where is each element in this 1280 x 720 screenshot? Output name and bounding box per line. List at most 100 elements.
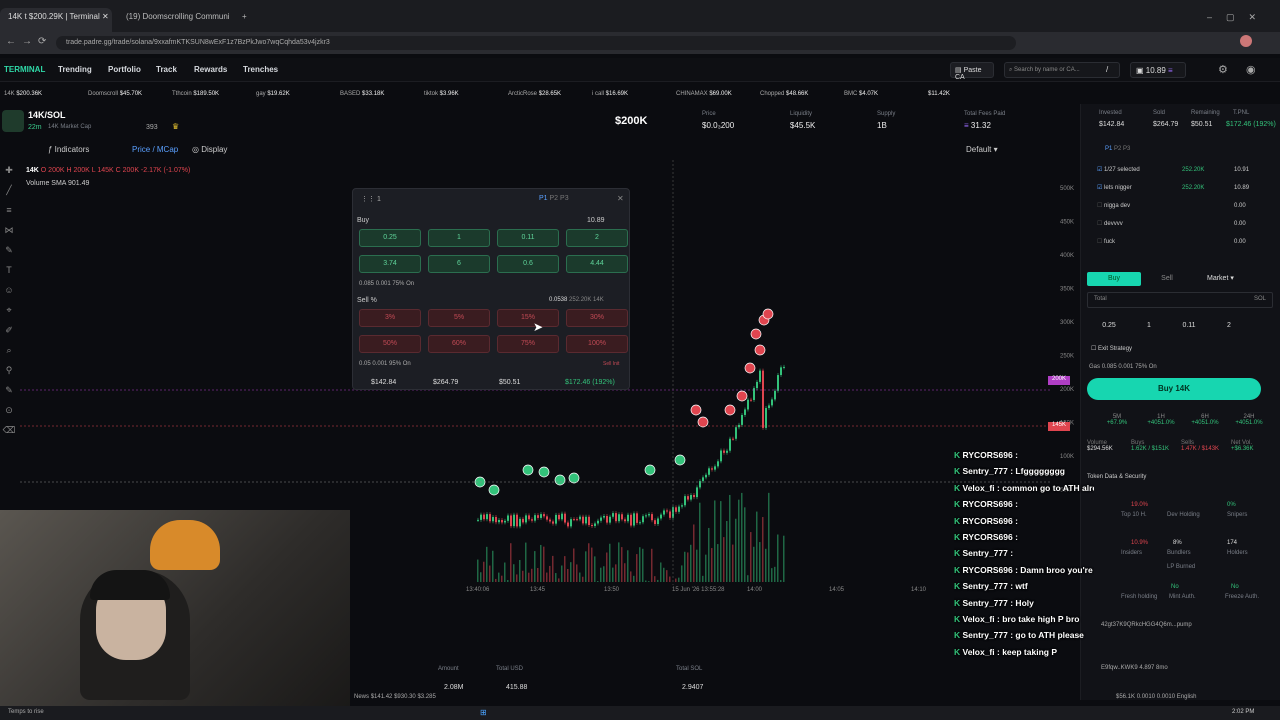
new-tab-button[interactable]: +	[234, 8, 250, 32]
user-icon[interactable]: ◉	[1246, 63, 1256, 76]
preset-tab-p1[interactable]: P1	[539, 195, 548, 202]
nav-track[interactable]: Track	[156, 65, 177, 74]
wallet-row[interactable]: ☑ lets nigger 252.20K 10.89	[1097, 184, 1277, 191]
buy-settings-row[interactable]: 0.085 0.001 75% On	[359, 281, 414, 287]
trade-marker[interactable]	[644, 464, 656, 476]
url-field[interactable]: trade.padre.gg/trade/solana/9xxafmKTKSUN…	[56, 36, 1016, 50]
price-mcap-toggle[interactable]: Price / MCap	[132, 145, 178, 154]
wallet-row[interactable]: ☐ devvvv 0.00	[1097, 220, 1277, 227]
brand-logo[interactable]: TERMINAL	[4, 65, 45, 74]
wallet-row[interactable]: ☐ fuck 0.00	[1097, 238, 1277, 245]
amount-preset-button[interactable]: 0.11	[1171, 322, 1207, 329]
quick-buy-button[interactable]: 0.11	[497, 229, 559, 247]
security-header[interactable]: Token Data & Security	[1087, 474, 1146, 480]
ticker-item[interactable]: tiktok $3.96K	[424, 91, 459, 97]
display-button[interactable]: ◎ Display	[192, 145, 227, 154]
quick-sell-button[interactable]: 30%	[566, 309, 628, 327]
ticker-item[interactable]: 14K $200.36K	[4, 91, 42, 97]
paste-ca-button[interactable]: ▤ Paste CA	[950, 62, 994, 81]
layout-select[interactable]: Default ▾	[966, 145, 998, 154]
amount-preset-button[interactable]: 2	[1211, 322, 1247, 329]
trade-marker[interactable]	[750, 328, 762, 340]
ticker-item[interactable]: BASED $33.18K	[340, 91, 384, 97]
quick-sell-button[interactable]: 75%	[497, 335, 559, 353]
ticker-item[interactable]: Doomscroll $45.70K	[88, 91, 142, 97]
sell-settings-row[interactable]: 0.05 0.001 95% On	[359, 361, 411, 367]
trade-marker[interactable]	[744, 362, 756, 374]
ticker-item[interactable]: gay $19.62K	[256, 91, 290, 97]
quick-sell-button[interactable]: 5%	[428, 309, 490, 327]
trade-marker[interactable]	[538, 466, 550, 478]
panel-preset-tabs[interactable]: P1 P2 P3	[539, 195, 569, 202]
amount-preset-button[interactable]: 0.25	[1091, 322, 1127, 329]
quick-sell-button[interactable]: 3%	[359, 309, 421, 327]
dev-wallet[interactable]: E9fqw..KWK9 4.897 8mo	[1101, 665, 1168, 671]
quick-sell-button[interactable]: 100%	[566, 335, 628, 353]
quick-buy-button[interactable]: 3.74	[359, 255, 421, 273]
preset-tab-p3[interactable]: P3	[560, 195, 569, 202]
weather-widget[interactable]: Temps to rise	[8, 709, 44, 715]
settings-gear-icon[interactable]: ⚙	[1218, 63, 1228, 76]
exit-strategy-toggle[interactable]: ☐ Exit Strategy	[1091, 345, 1132, 352]
right-tab-p1[interactable]: P1	[1105, 146, 1112, 152]
trade-marker[interactable]	[724, 404, 736, 416]
order-type-select[interactable]: Market ▾	[1207, 274, 1234, 282]
quick-buy-button[interactable]: 0.6	[497, 255, 559, 273]
trade-marker[interactable]	[762, 308, 774, 320]
nav-arrows-icon[interactable]: ←→⟳	[6, 36, 52, 47]
trade-marker[interactable]	[674, 454, 686, 466]
ticker-item[interactable]: $11.42K	[928, 91, 950, 97]
timeframe-stat[interactable]: 5M +67.9%	[1095, 414, 1139, 426]
window-controls[interactable]: –▢✕	[1207, 12, 1270, 23]
nav-rewards[interactable]: Rewards	[194, 65, 227, 74]
buy-tab[interactable]: Buy	[1087, 272, 1141, 286]
ticker-item[interactable]: CHINAMAX $69.00K	[676, 91, 732, 97]
timeframe-stat[interactable]: 24H +4051.0%	[1227, 414, 1271, 426]
ticker-item[interactable]: Chopped $48.66K	[760, 91, 808, 97]
trade-marker[interactable]	[690, 404, 702, 416]
trade-marker[interactable]	[488, 484, 500, 496]
ticker-item[interactable]: ArcticRose $28.65K	[508, 91, 561, 97]
wallet-balance-button[interactable]: ▣ 10.89 ≡	[1130, 62, 1186, 78]
drawing-tool-icons[interactable]: ✚ ╱ ≡ ⋈ ✎ T ☺ ⌖ ✐ ⌕ ⚲ ✎ ⊙ ⌫	[0, 160, 18, 440]
buy-token-button[interactable]: Buy 14K	[1087, 378, 1261, 400]
wallet-checkbox[interactable]: ☑	[1097, 185, 1104, 191]
contract-address[interactable]: 42gt37K9QRkcHGG4Q6m...pump	[1101, 622, 1192, 628]
quick-buy-button[interactable]: 0.25	[359, 229, 421, 247]
total-input[interactable]: Total SOL	[1087, 292, 1273, 308]
right-gas-row[interactable]: Gas 0.085 0.001 75% On	[1089, 364, 1157, 370]
language-select[interactable]: English	[1177, 694, 1197, 700]
right-preset-tabs[interactable]: P1 P2 P3	[1105, 146, 1130, 152]
trade-marker[interactable]	[697, 416, 709, 428]
quick-sell-button[interactable]: 50%	[359, 335, 421, 353]
indicators-button[interactable]: ƒ Indicators	[48, 145, 89, 154]
preset-tab-p2[interactable]: P2	[550, 195, 559, 202]
wallet-checkbox[interactable]: ☐	[1097, 239, 1104, 245]
ticker-item[interactable]: Tthcoin $189.50K	[172, 91, 219, 97]
wallet-checkbox[interactable]: ☐	[1097, 221, 1104, 227]
quick-buy-button[interactable]: 1	[428, 229, 490, 247]
quick-sell-button[interactable]: 15%	[497, 309, 559, 327]
wallet-checkbox[interactable]: ☐	[1097, 203, 1104, 209]
sell-init-button[interactable]: Sell Init	[603, 361, 619, 367]
trade-marker[interactable]	[554, 474, 566, 486]
amount-preset-button[interactable]: 1	[1131, 322, 1167, 329]
wallet-checkbox[interactable]: ☑	[1097, 167, 1104, 173]
quick-buy-button[interactable]: 2	[566, 229, 628, 247]
ticker-item[interactable]: i call $16.69K	[592, 91, 628, 97]
tab-terminal[interactable]: 14K t $200.29K | Terminal ✕	[0, 8, 112, 32]
right-tab-p3[interactable]: P3	[1123, 146, 1130, 152]
profile-avatar[interactable]	[1240, 35, 1252, 47]
nav-portfolio[interactable]: Portfolio	[108, 65, 141, 74]
right-tab-p2[interactable]: P2	[1114, 146, 1121, 152]
search-input[interactable]: ⌕ Search by name or CA...	[1004, 62, 1120, 78]
close-icon[interactable]: ✕	[617, 194, 624, 203]
timeframe-stat[interactable]: 6H +4051.0%	[1183, 414, 1227, 426]
quick-sell-button[interactable]: 60%	[428, 335, 490, 353]
trade-marker[interactable]	[522, 464, 534, 476]
start-icon[interactable]: ⊞	[480, 708, 487, 717]
trade-marker[interactable]	[736, 390, 748, 402]
trade-marker[interactable]	[754, 344, 766, 356]
ticker-item[interactable]: BMC $4.07K	[844, 91, 878, 97]
nav-trending[interactable]: Trending	[58, 65, 92, 74]
